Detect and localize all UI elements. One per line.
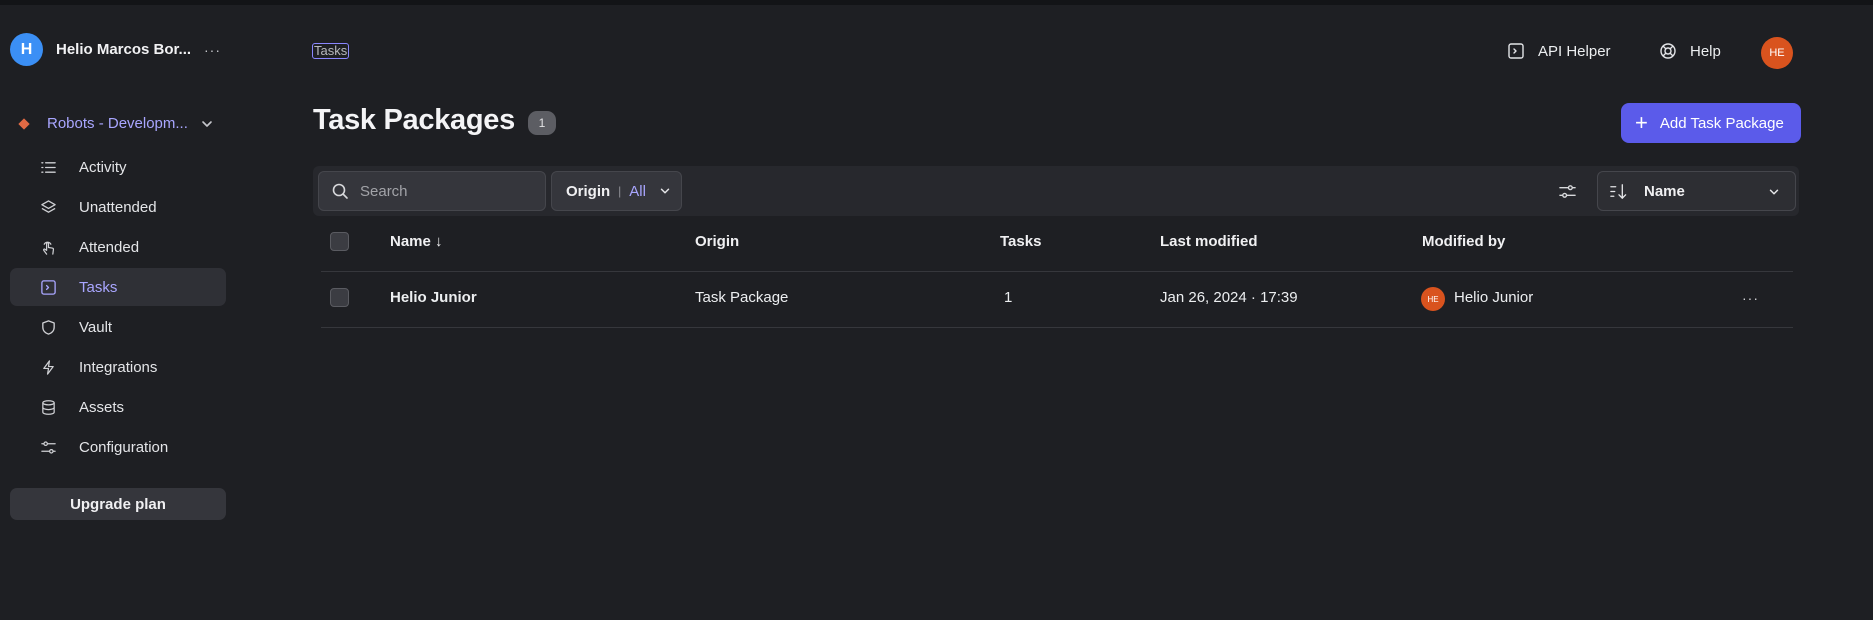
sidebar-item-configuration[interactable]: Configuration (10, 428, 226, 466)
sidebar-item-label: Attended (79, 238, 140, 256)
sliders-icon (41, 441, 56, 454)
plus-icon: + (1635, 110, 1648, 135)
count-badge: 1 (528, 111, 556, 135)
row-name[interactable]: Helio Junior (390, 289, 477, 306)
api-helper-label: API Helper (1538, 42, 1611, 60)
sort-dropdown[interactable]: Name (1597, 171, 1796, 211)
row-origin: Task Package (695, 289, 789, 306)
sidebar-item-vault[interactable]: Vault (10, 308, 226, 346)
add-task-package-button[interactable]: + Add Task Package (1621, 103, 1801, 143)
sidebar-item-label: Unattended (79, 198, 157, 216)
user-avatar: H (10, 33, 43, 66)
api-helper-button[interactable]: API Helper (1507, 42, 1611, 60)
row-last-modified: Jan 26, 2024 · 17:39 (1160, 289, 1298, 306)
page-title: Task Packages (313, 104, 515, 136)
sidebar-item-label: Vault (79, 318, 113, 336)
sidebar-item-unattended[interactable]: Unattended (10, 188, 226, 226)
help-button[interactable]: Help (1659, 42, 1721, 60)
user-name: Helio Marcos Bor... (56, 41, 192, 58)
workspace-diamond-icon (18, 117, 30, 130)
origin-filter-dropdown[interactable]: Origin | All (551, 171, 682, 211)
terminal-icon (1508, 43, 1524, 59)
avatar: HE (1421, 287, 1445, 311)
upgrade-plan-button[interactable]: Upgrade plan (10, 488, 226, 520)
sidebar-item-label: Activity (79, 158, 127, 176)
row-modified-by: Helio Junior (1454, 289, 1534, 306)
layers-icon (41, 200, 56, 213)
shield-icon (42, 320, 55, 335)
sidebar-item-label: Tasks (79, 278, 118, 296)
select-all-checkbox[interactable] (330, 232, 349, 251)
sort-value: Name (1644, 182, 1685, 200)
lifebuoy-icon (1660, 43, 1676, 59)
sidebar-nav: Activity Unattended Attended Tasks Vault… (10, 148, 226, 468)
search-box[interactable] (318, 171, 546, 211)
origin-filter-value: All (629, 182, 646, 200)
divider (321, 271, 1793, 272)
help-label: Help (1690, 42, 1721, 60)
terminal-icon (41, 280, 56, 295)
more-options-icon[interactable]: ··· (204, 42, 221, 58)
lightning-icon (43, 360, 54, 375)
column-header-name[interactable]: Name ↓ (390, 233, 443, 250)
sidebar-item-assets[interactable]: Assets (10, 388, 226, 426)
account-avatar[interactable]: HE (1761, 37, 1793, 69)
chevron-down-icon (660, 188, 670, 194)
sidebar-item-label: Assets (79, 398, 125, 416)
row-more-icon[interactable]: ··· (1742, 290, 1759, 306)
user-menu[interactable]: H Helio Marcos Bor... ··· (10, 33, 221, 66)
workspace-name: Robots - Developm... (47, 115, 188, 132)
sidebar-item-tasks[interactable]: Tasks (10, 268, 226, 306)
divider (321, 327, 1793, 328)
origin-filter-separator: | (618, 184, 622, 198)
filter-toolbar: Origin | All Name (313, 166, 1799, 216)
workspace-selector[interactable]: Robots - Developm... (18, 115, 215, 132)
search-input[interactable] (360, 182, 540, 200)
sort-icon (1610, 183, 1627, 199)
chevron-down-icon (202, 120, 212, 127)
sidebar-item-integrations[interactable]: Integrations (10, 348, 226, 386)
search-icon (332, 183, 348, 199)
sidebar-item-attended[interactable]: Attended (10, 228, 226, 266)
sidebar: H Helio Marcos Bor... ··· Robots - Devel… (0, 5, 236, 620)
column-header-origin[interactable]: Origin (695, 233, 739, 250)
row-checkbox[interactable] (330, 288, 349, 307)
add-task-package-label: Add Task Package (1659, 114, 1784, 132)
hand-pointer-icon (42, 241, 55, 255)
database-icon (42, 400, 55, 415)
breadcrumb[interactable]: Tasks (312, 43, 350, 59)
filter-settings-icon[interactable] (1558, 182, 1577, 201)
chevron-down-icon (1769, 189, 1779, 195)
origin-filter-label: Origin (566, 182, 611, 200)
column-header-modified-by[interactable]: Modified by (1422, 233, 1505, 250)
row-tasks: 1 (1004, 289, 1013, 306)
sidebar-item-activity[interactable]: Activity (10, 148, 226, 186)
column-header-tasks[interactable]: Tasks (1000, 233, 1041, 250)
list-icon (41, 162, 56, 173)
sidebar-item-label: Configuration (79, 438, 169, 456)
column-header-last-modified[interactable]: Last modified (1160, 233, 1258, 250)
sidebar-item-label: Integrations (79, 358, 158, 376)
window-top-strip (0, 0, 1873, 5)
